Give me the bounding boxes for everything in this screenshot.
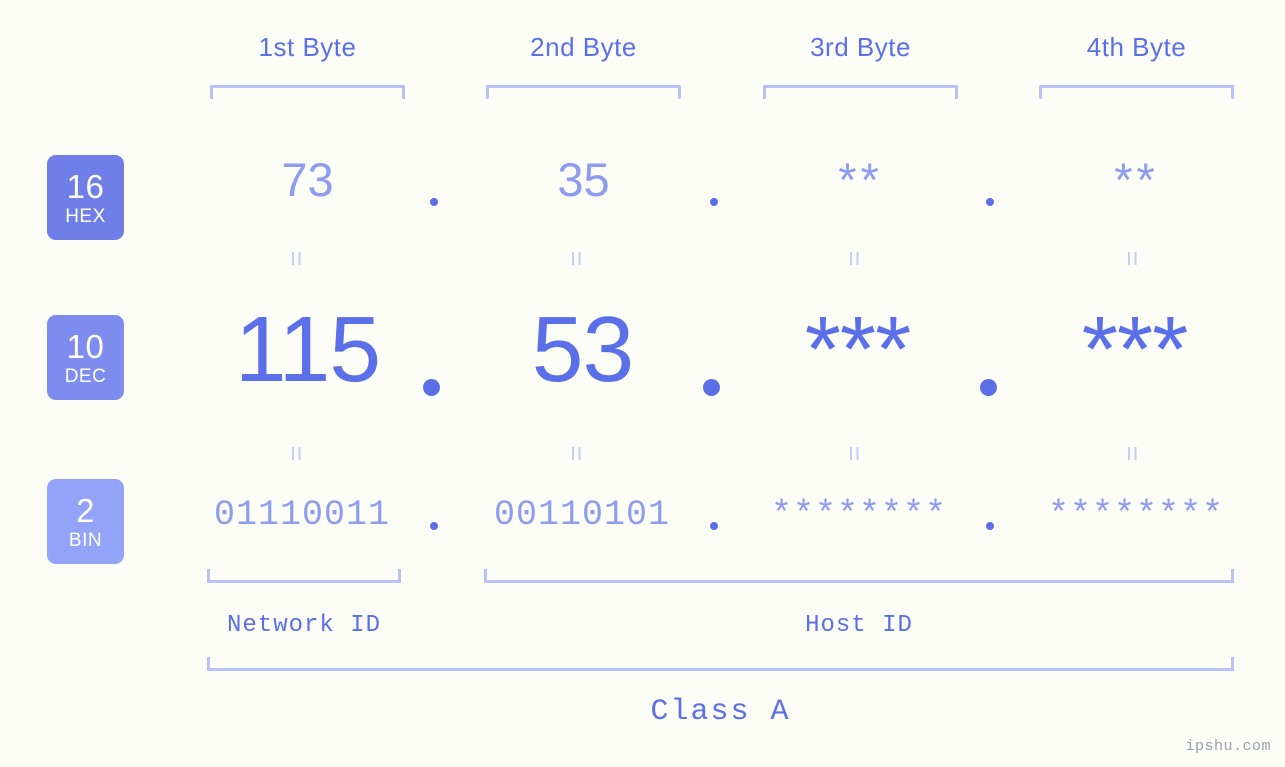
base-badge-hex-number: 16	[66, 167, 105, 205]
hex-byte-1-value: 73	[281, 153, 334, 206]
byte-header-4: 4th Byte	[1086, 32, 1187, 62]
base-badge-dec: 10 DEC	[47, 315, 124, 400]
byte-header-1: 1st Byte	[258, 32, 357, 62]
base-badge-bin-number: 2	[76, 491, 95, 529]
equals-connector-dec-bin-1: =	[281, 445, 312, 462]
equals-connector-hex-dec-1: =	[281, 250, 312, 267]
watermark: ipshu.com	[1185, 738, 1271, 755]
class-label: Class A	[650, 695, 791, 729]
bin-byte-4-value: ********	[1047, 495, 1225, 535]
byte-bracket-1	[210, 85, 405, 99]
dec-byte-4-value: ***	[1081, 297, 1189, 401]
ip-address-breakdown-diagram: 1st Byte 2nd Byte 3rd Byte 4th Byte 16 H…	[0, 0, 1285, 767]
host-id-bracket	[484, 569, 1234, 583]
dec-byte-1-value: 115	[234, 297, 381, 401]
equals-connector-dec-bin-2: =	[561, 445, 592, 462]
base-badge-bin-name: BIN	[68, 529, 103, 551]
hex-byte-4-value: **	[1114, 153, 1159, 206]
equals-connector-hex-dec-4: =	[1117, 250, 1148, 267]
equals-connector-dec-bin-4: =	[1117, 445, 1148, 462]
hex-dot-3	[986, 198, 994, 206]
hex-byte-3-value: **	[838, 153, 883, 206]
dec-dot-1	[423, 379, 440, 396]
bin-dot-2	[710, 522, 718, 530]
class-bracket	[207, 657, 1234, 671]
dec-dot-2	[703, 379, 720, 396]
base-badge-dec-name: DEC	[64, 365, 107, 387]
dec-dot-3	[980, 379, 997, 396]
base-badge-bin: 2 BIN	[47, 479, 124, 564]
byte-bracket-3	[763, 85, 958, 99]
host-id-label: Host ID	[805, 612, 913, 639]
bin-dot-1	[430, 522, 438, 530]
hex-dot-1	[430, 198, 438, 206]
equals-connector-dec-bin-3: =	[839, 445, 870, 462]
byte-header-3: 3rd Byte	[810, 32, 911, 62]
hex-byte-2-value: 35	[557, 153, 610, 206]
network-id-label: Network ID	[226, 612, 382, 639]
network-id-bracket	[207, 569, 401, 583]
base-badge-hex: 16 HEX	[47, 155, 124, 240]
base-badge-dec-number: 10	[66, 327, 105, 365]
byte-bracket-2	[486, 85, 681, 99]
bin-byte-3-value: ********	[770, 495, 948, 535]
dec-byte-3-value: ***	[804, 297, 912, 401]
byte-header-2: 2nd Byte	[530, 32, 637, 62]
hex-dot-2	[710, 198, 718, 206]
equals-connector-hex-dec-3: =	[839, 250, 870, 267]
byte-bracket-4	[1039, 85, 1234, 99]
base-badge-hex-name: HEX	[65, 205, 106, 227]
dec-byte-2-value: 53	[531, 297, 634, 401]
bin-byte-2-value: 00110101	[493, 495, 671, 535]
bin-byte-1-value: 01110011	[213, 495, 391, 535]
equals-connector-hex-dec-2: =	[561, 250, 592, 267]
bin-dot-3	[986, 522, 994, 530]
